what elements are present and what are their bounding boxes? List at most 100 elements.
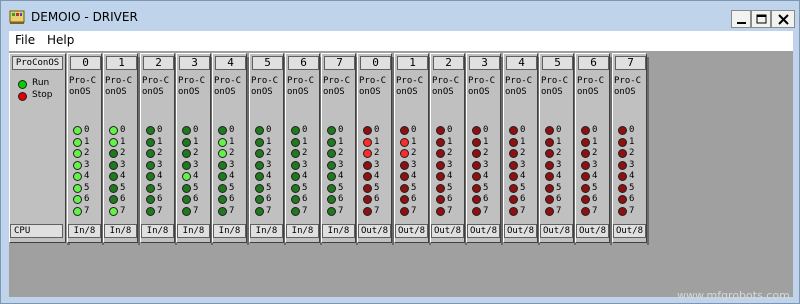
bit-led[interactable] [327,172,336,181]
bit-led[interactable] [581,172,590,181]
bit-led[interactable] [109,207,118,216]
bit-led[interactable] [73,126,82,135]
bit-led[interactable] [146,149,155,158]
bit-led[interactable] [218,207,227,216]
bit-led[interactable] [436,195,445,204]
bit-led[interactable] [73,184,82,193]
bit-led[interactable] [400,207,409,216]
bit-led[interactable] [291,126,300,135]
bit-led[interactable] [363,172,372,181]
bit-led[interactable] [400,184,409,193]
bit-led[interactable] [400,149,409,158]
bit-led[interactable] [472,126,481,135]
bit-led[interactable] [618,161,627,170]
io-module[interactable]: 2 Pro-ConOS 0 1 2 3 4 5 6 7 In/8 [140,53,175,243]
io-module[interactable]: 4 Pro-ConOS 0 1 2 3 4 5 6 7 In/8 [212,53,247,243]
bit-led[interactable] [581,207,590,216]
bit-led[interactable] [618,184,627,193]
bit-led[interactable] [472,195,481,204]
menu-help[interactable]: Help [47,33,74,47]
cpu-module[interactable]: ProConOS Run Stop CPU [9,53,66,243]
close-button[interactable] [771,10,795,28]
bit-led[interactable] [509,149,518,158]
bit-led[interactable] [436,172,445,181]
io-module[interactable]: 3 Pro-ConOS 0 1 2 3 4 5 6 7 In/8 [176,53,211,243]
bit-led[interactable] [472,149,481,158]
bit-led[interactable] [73,172,82,181]
bit-led[interactable] [291,161,300,170]
bit-led[interactable] [218,149,227,158]
bit-led[interactable] [509,138,518,147]
bit-led[interactable] [182,184,191,193]
bit-led[interactable] [218,184,227,193]
bit-led[interactable] [581,184,590,193]
bit-led[interactable] [327,149,336,158]
bit-led[interactable] [618,195,627,204]
io-module[interactable]: 0 Pro-ConOS 0 1 2 3 4 5 6 7 In/8 [67,53,102,243]
bit-led[interactable] [363,161,372,170]
bit-led[interactable] [255,207,264,216]
bit-led[interactable] [182,172,191,181]
bit-led[interactable] [436,149,445,158]
bit-led[interactable] [581,149,590,158]
bit-led[interactable] [73,138,82,147]
bit-led[interactable] [218,138,227,147]
bit-led[interactable] [363,149,372,158]
bit-led[interactable] [109,126,118,135]
bit-led[interactable] [436,138,445,147]
bit-led[interactable] [291,149,300,158]
io-module[interactable]: 2 Pro-ConOS 0 1 2 3 4 5 6 7 Out/8 [430,53,465,243]
bit-led[interactable] [545,172,554,181]
bit-led[interactable] [509,161,518,170]
bit-led[interactable] [618,172,627,181]
bit-led[interactable] [327,138,336,147]
bit-led[interactable] [327,161,336,170]
bit-led[interactable] [436,184,445,193]
bit-led[interactable] [109,161,118,170]
bit-led[interactable] [400,138,409,147]
title-bar[interactable]: DEMOIO - DRIVER [1,1,799,31]
bit-led[interactable] [109,149,118,158]
bit-led[interactable] [73,161,82,170]
io-module[interactable]: 5 Pro-ConOS 0 1 2 3 4 5 6 7 In/8 [249,53,284,243]
io-module[interactable]: 6 Pro-ConOS 0 1 2 3 4 5 6 7 In/8 [285,53,320,243]
bit-led[interactable] [146,172,155,181]
menu-file[interactable]: File [15,33,35,47]
io-module[interactable]: 7 Pro-ConOS 0 1 2 3 4 5 6 7 In/8 [321,53,356,243]
bit-led[interactable] [182,195,191,204]
io-module[interactable]: 0 Pro-ConOS 0 1 2 3 4 5 6 7 Out/8 [357,53,392,243]
bit-led[interactable] [327,207,336,216]
bit-led[interactable] [363,126,372,135]
bit-led[interactable] [218,172,227,181]
bit-led[interactable] [255,149,264,158]
bit-led[interactable] [291,138,300,147]
bit-led[interactable] [400,195,409,204]
bit-led[interactable] [218,195,227,204]
bit-led[interactable] [109,184,118,193]
bit-led[interactable] [182,149,191,158]
bit-led[interactable] [509,172,518,181]
bit-led[interactable] [255,126,264,135]
bit-led[interactable] [73,195,82,204]
bit-led[interactable] [618,138,627,147]
bit-led[interactable] [109,195,118,204]
bit-led[interactable] [436,126,445,135]
maximize-button[interactable] [751,10,771,28]
bit-led[interactable] [146,184,155,193]
bit-led[interactable] [146,138,155,147]
bit-led[interactable] [291,207,300,216]
bit-led[interactable] [400,172,409,181]
bit-led[interactable] [545,126,554,135]
bit-led[interactable] [255,195,264,204]
bit-led[interactable] [182,207,191,216]
bit-led[interactable] [472,138,481,147]
bit-led[interactable] [146,207,155,216]
bit-led[interactable] [327,126,336,135]
bit-led[interactable] [255,184,264,193]
bit-led[interactable] [472,172,481,181]
bit-led[interactable] [400,126,409,135]
io-module[interactable]: 5 Pro-ConOS 0 1 2 3 4 5 6 7 Out/8 [539,53,574,243]
bit-led[interactable] [509,195,518,204]
minimize-button[interactable] [731,10,751,28]
io-module[interactable]: 3 Pro-ConOS 0 1 2 3 4 5 6 7 Out/8 [466,53,501,243]
